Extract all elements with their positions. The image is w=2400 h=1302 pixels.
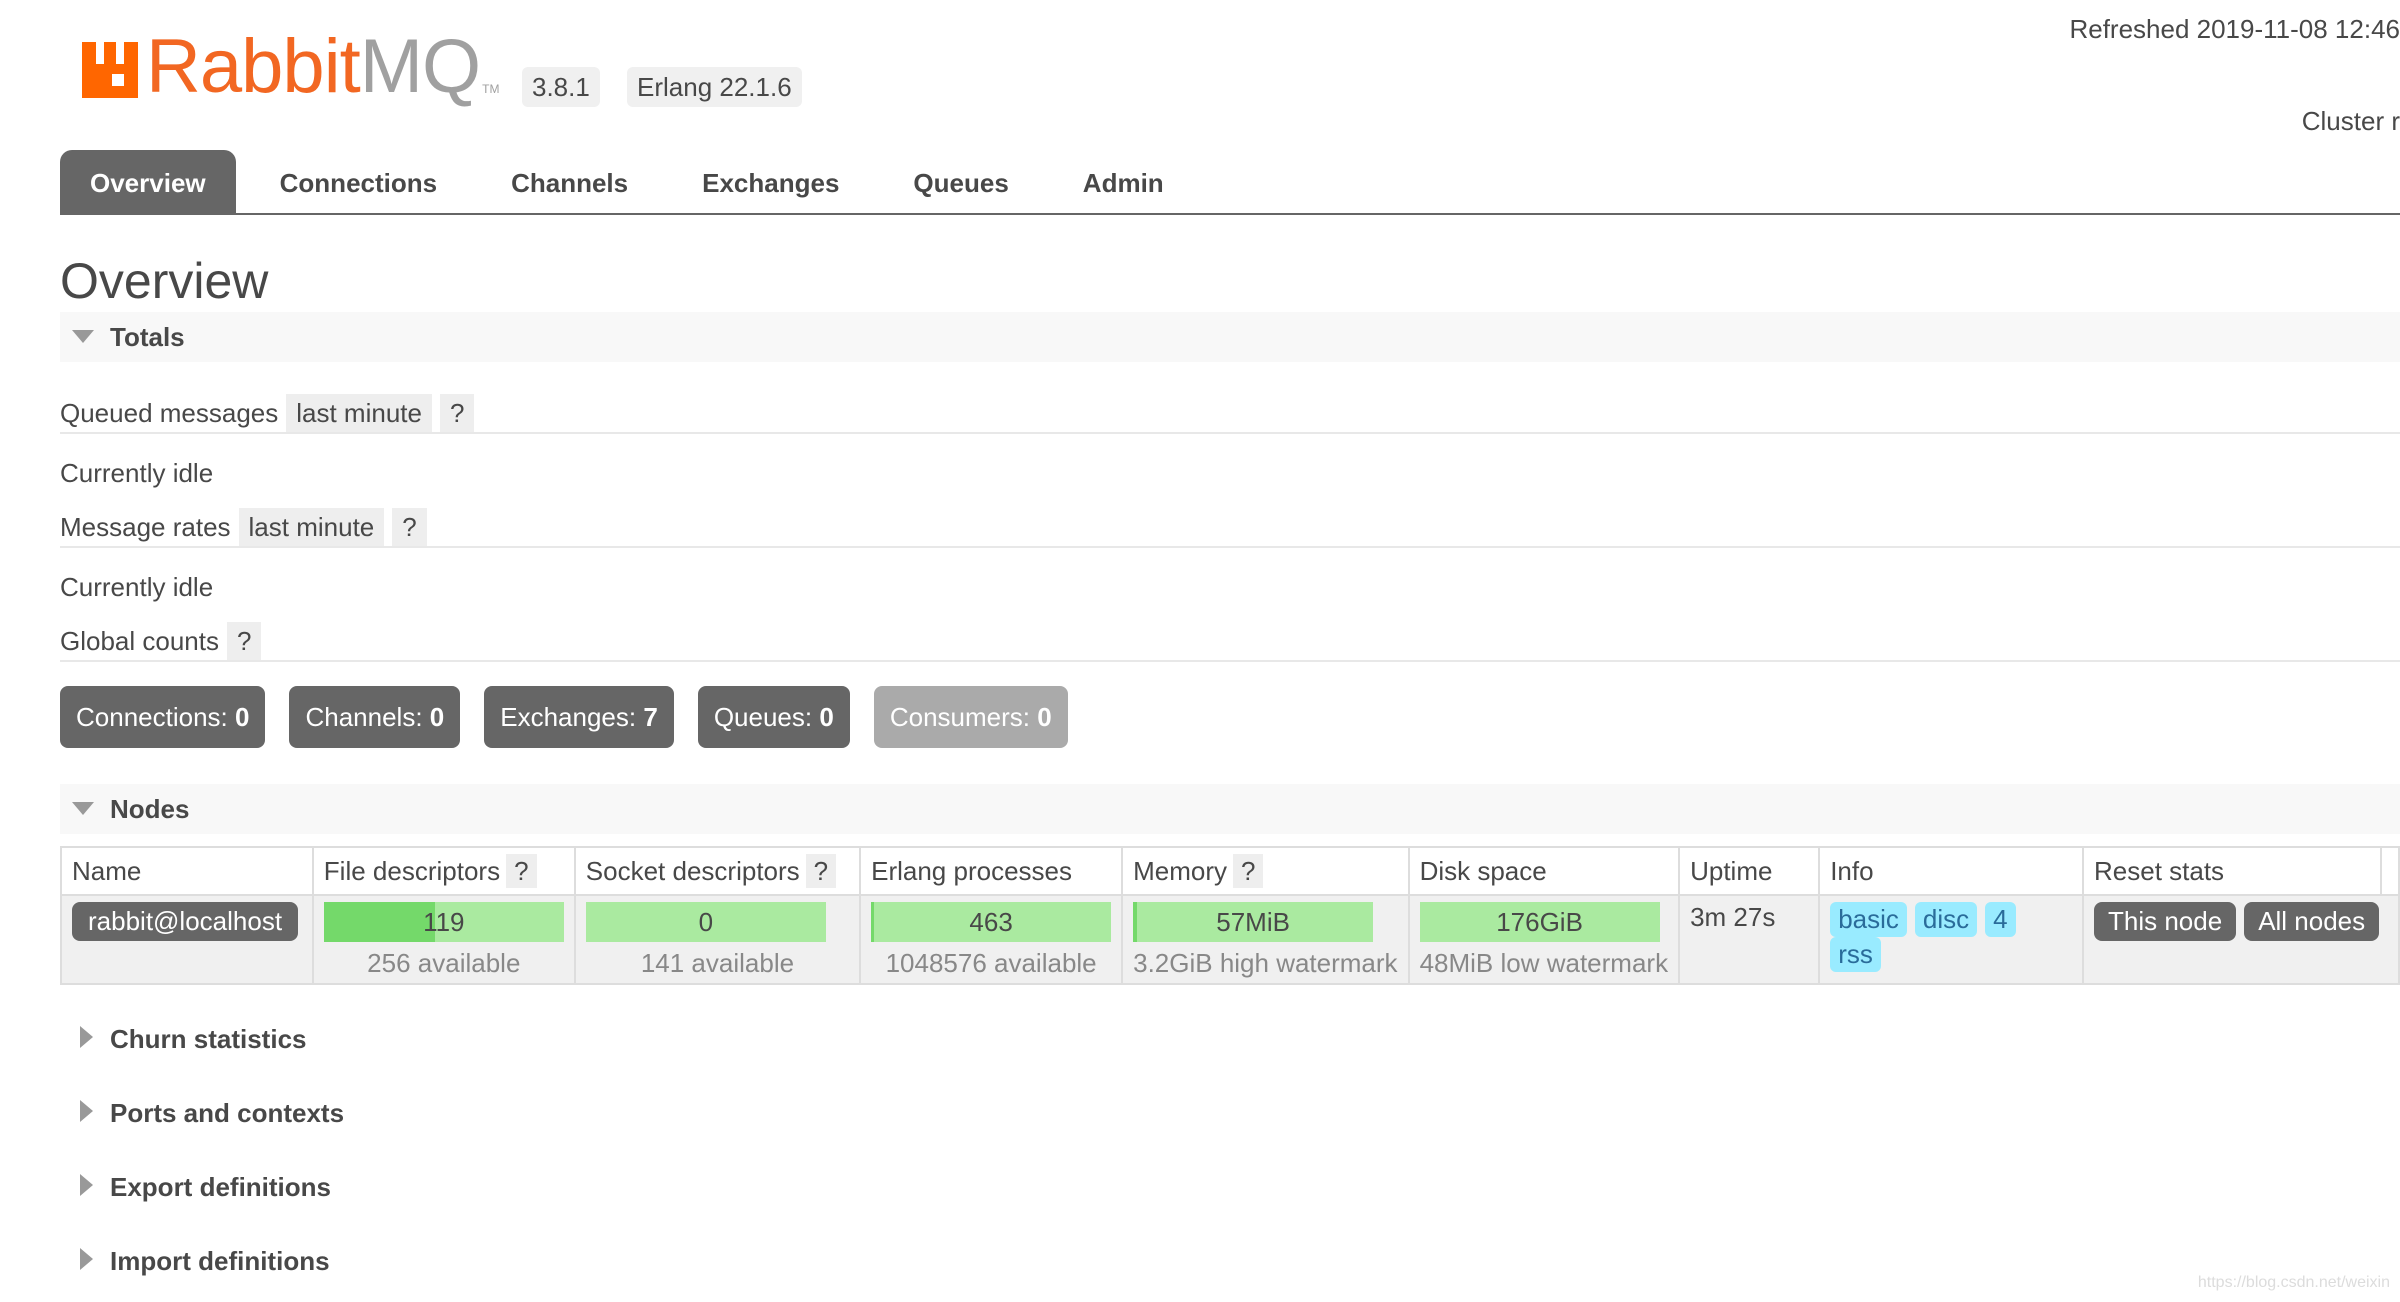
sd-bar: 0 xyxy=(585,902,826,942)
import-definitions-section[interactable]: Import definitions xyxy=(60,1236,660,1286)
memory-watermark: 3.2GiB high watermark xyxy=(1133,948,1398,978)
info-tag-cores[interactable]: 4 xyxy=(1985,902,2016,937)
global-counts-label: Global counts xyxy=(60,626,219,656)
queued-messages-header: Queued messages last minute ? xyxy=(60,394,475,433)
connections-count-button[interactable]: Connections: 0 xyxy=(60,686,266,748)
expand-arrow-icon xyxy=(80,1100,93,1122)
col-socket-descriptors[interactable]: Socket descriptors? xyxy=(573,846,862,896)
message-rates-header: Message rates last minute ? xyxy=(60,508,427,547)
global-counts-header: Global counts ? xyxy=(60,622,262,661)
memory-help[interactable]: ? xyxy=(1233,853,1264,888)
tab-connections[interactable]: Connections xyxy=(250,150,467,214)
memory-bar: 57MiB xyxy=(1133,902,1374,942)
totals-title: Totals xyxy=(110,322,185,352)
global-counts: Connections: 0 Channels: 0 Exchanges: 7 … xyxy=(60,686,1092,748)
col-file-descriptors[interactable]: File descriptors? xyxy=(311,846,576,896)
nodes-title: Nodes xyxy=(110,794,190,824)
main-nav-tabs: Overview Connections Channels Exchanges … xyxy=(60,150,1208,214)
refreshed-timestamp[interactable]: Refreshed 2019-11-08 12:46 xyxy=(2069,14,2400,45)
nodes-section-header[interactable]: Nodes xyxy=(60,784,2400,834)
divider xyxy=(60,432,2400,434)
tab-admin[interactable]: Admin xyxy=(1053,150,1194,214)
totals-section-header[interactable]: Totals xyxy=(60,312,2400,362)
ep-available: 1048576 available xyxy=(885,948,1097,978)
disk-watermark: 48MiB low watermark xyxy=(1419,948,1669,978)
export-definitions-section[interactable]: Export definitions xyxy=(60,1162,660,1212)
rabbit-logo-icon xyxy=(82,42,138,98)
collapse-arrow-icon xyxy=(72,330,94,343)
disk-bar: 176GiB xyxy=(1419,902,1660,942)
sd-available: 141 available xyxy=(640,948,795,978)
logo-trademark: TM xyxy=(482,82,500,96)
queued-messages-label: Queued messages xyxy=(60,398,279,428)
col-uptime[interactable]: Uptime xyxy=(1678,846,1821,896)
tab-divider xyxy=(60,213,2400,215)
memory-bar-fill xyxy=(1133,902,1138,942)
fd-available: 256 available xyxy=(367,948,521,978)
reset-this-node-button[interactable]: This node xyxy=(2094,902,2237,941)
rates-idle-text: Currently idle xyxy=(60,572,214,602)
churn-statistics-section[interactable]: Churn statistics xyxy=(60,1014,660,1064)
table-row: rabbit@localhost 119 256 available 0 141… xyxy=(60,895,2400,985)
col-memory[interactable]: Memory? xyxy=(1121,846,1410,896)
fd-bar: 119 xyxy=(323,902,564,942)
column-options-toggle[interactable] xyxy=(2380,846,2400,896)
ports-and-contexts-section[interactable]: Ports and contexts xyxy=(60,1088,660,1138)
expand-arrow-icon xyxy=(80,1026,93,1048)
tab-exchanges[interactable]: Exchanges xyxy=(672,150,869,214)
tab-overview[interactable]: Overview xyxy=(60,150,236,214)
reset-all-nodes-button[interactable]: All nodes xyxy=(2244,902,2380,941)
nodes-table: Name File descriptors? Socket descriptor… xyxy=(60,846,2400,985)
message-rates-help[interactable]: ? xyxy=(392,508,427,547)
channels-count-button[interactable]: Channels: 0 xyxy=(289,686,461,748)
sd-help[interactable]: ? xyxy=(805,853,837,888)
col-reset-stats: Reset stats xyxy=(2082,846,2400,896)
queues-count-button[interactable]: Queues: 0 xyxy=(697,686,850,748)
consumers-count-button[interactable]: Consumers: 0 xyxy=(873,686,1068,748)
version-badge: 3.8.1 xyxy=(522,67,600,107)
logo-text-rabbit: Rabbit xyxy=(146,24,361,109)
logo-text-mq: MQ xyxy=(359,24,481,109)
info-tag-rss[interactable]: rss xyxy=(1830,937,1881,972)
col-info[interactable]: Info xyxy=(1818,846,2084,896)
col-erlang-processes[interactable]: Erlang processes xyxy=(859,846,1124,896)
divider xyxy=(60,546,2400,548)
collapse-arrow-icon xyxy=(72,802,94,815)
expand-arrow-icon xyxy=(80,1174,93,1196)
ep-bar: 463 xyxy=(871,902,1112,942)
info-tag-basic[interactable]: basic xyxy=(1830,902,1907,937)
ep-bar-fill xyxy=(871,902,874,942)
fd-bar-fill xyxy=(323,902,436,942)
info-tag-disc[interactable]: disc xyxy=(1914,902,1978,937)
expand-arrow-icon xyxy=(80,1248,93,1270)
fd-help[interactable]: ? xyxy=(506,853,537,888)
uptime-value: 3m 27s xyxy=(1678,895,1821,985)
global-counts-help[interactable]: ? xyxy=(226,622,262,661)
queued-idle-text: Currently idle xyxy=(60,458,214,488)
node-name-link[interactable]: rabbit@localhost xyxy=(72,902,299,941)
watermark: https://blog.csdn.net/weixin xyxy=(2197,1274,2390,1291)
exchanges-count-button[interactable]: Exchanges: 7 xyxy=(484,686,674,748)
message-rates-label: Message rates xyxy=(60,512,231,542)
erlang-version-badge: Erlang 22.1.6 xyxy=(627,67,802,107)
message-rates-range[interactable]: last minute xyxy=(238,508,385,547)
tab-queues[interactable]: Queues xyxy=(883,150,1038,214)
table-header-row: Name File descriptors? Socket descriptor… xyxy=(60,846,2400,896)
rabbitmq-logo[interactable]: Rabbit MQ TM xyxy=(82,24,500,109)
page-title: Overview xyxy=(60,253,269,309)
queued-messages-help[interactable]: ? xyxy=(439,394,475,433)
queued-messages-range[interactable]: last minute xyxy=(286,394,432,433)
tab-channels[interactable]: Channels xyxy=(481,150,658,214)
col-disk-space[interactable]: Disk space xyxy=(1407,846,1681,896)
col-name[interactable]: Name xyxy=(60,846,314,896)
divider xyxy=(60,660,2400,662)
cluster-name[interactable]: Cluster r xyxy=(2302,106,2400,137)
